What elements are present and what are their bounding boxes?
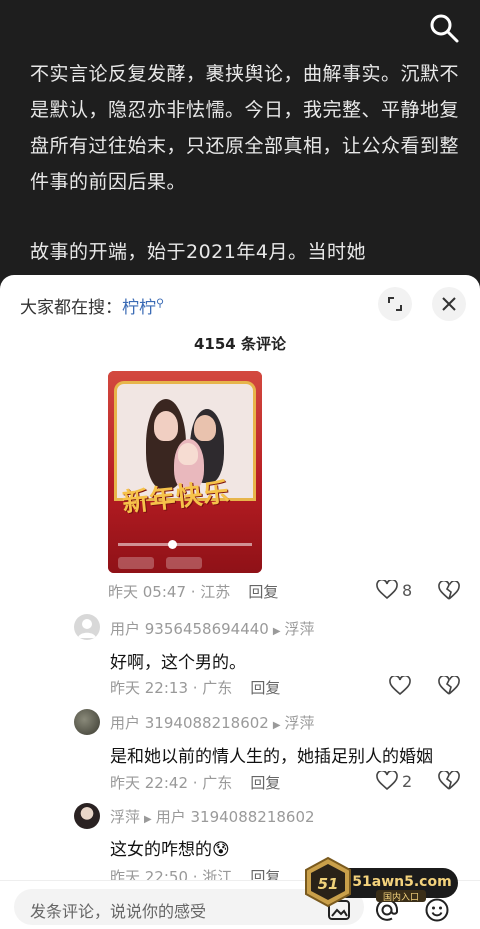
username[interactable]: 用户 3194088218602 [110, 714, 269, 732]
comment-time: 昨天 22:42 · 广东 [110, 774, 233, 792]
search-icon[interactable] [428, 12, 460, 44]
broken-heart-icon[interactable] [438, 581, 460, 601]
heart-icon [376, 580, 398, 600]
comment-input-placeholder: 发条评论，说说你的感受 [30, 902, 207, 921]
watermark-brand: 51awn5.com [352, 874, 451, 890]
video-progress-bar[interactable] [118, 540, 252, 549]
comment-count: 4154 条评论 [194, 335, 286, 353]
comment-meta: 昨天 05:47 · 江苏 回复 [108, 581, 278, 602]
comment-username[interactable]: 用户 3194088218602 ▶ 浮萍 [110, 712, 315, 733]
reply-to-username[interactable]: 浮萍 [285, 714, 315, 732]
like-button[interactable]: 2 [376, 771, 412, 791]
sheet-header: 大家都在搜：柠柠⚲ [0, 275, 480, 335]
like-button[interactable]: 8 [376, 580, 412, 600]
trending-search[interactable]: 大家都在搜：柠柠⚲ [20, 293, 164, 318]
article-paragraph: 故事的开端，始于2021年4月。当时她 [30, 241, 366, 263]
like-count: 2 [402, 771, 413, 791]
comment-text: 好啊，这个男的。 [110, 653, 246, 673]
reply-arrow-icon: ▶ [144, 814, 152, 825]
default-user-icon [78, 619, 96, 638]
video-thumbnail[interactable]: 新年快乐 [108, 371, 262, 573]
reply-button[interactable]: 回复 [250, 679, 280, 697]
comment-sheet: 大家都在搜：柠柠⚲ 4154 条评论 新年快乐 昨天 05:47 · 江苏 回复… [0, 275, 480, 929]
reply-to-username[interactable]: 浮萍 [285, 620, 315, 638]
like-button[interactable] [389, 676, 411, 696]
avatar[interactable] [74, 803, 100, 829]
heart-icon [376, 771, 398, 791]
comment-time: 昨天 05:47 · 江苏 [108, 583, 231, 601]
watermark-logo: 51 51awn5.com 国内入口 [305, 856, 458, 908]
reply-button[interactable]: 回复 [250, 774, 280, 792]
username[interactable]: 浮萍 [110, 808, 140, 826]
reply-button[interactable]: 回复 [248, 583, 278, 601]
video-control-chip [166, 557, 202, 569]
avatar[interactable] [74, 709, 100, 735]
reply-arrow-icon: ▶ [272, 720, 281, 731]
heart-icon [389, 676, 411, 696]
watermark-badge: 51 [318, 875, 339, 893]
trending-prefix: 大家都在搜： [20, 298, 122, 318]
comment-meta: 昨天 22:42 · 广东 回复 [110, 772, 280, 793]
comment-text: 是和她以前的情人生的，她插足别人的婚姻 [110, 747, 433, 767]
comment-username[interactable]: 用户 9356458694440 ▶ 浮萍 [110, 618, 315, 639]
search-mini-icon: ⚲ [156, 296, 165, 310]
broken-heart-icon[interactable] [438, 771, 460, 791]
video-control-chip [118, 557, 154, 569]
comment-username[interactable]: 浮萍 ▶ 用户 3194088218602 [110, 806, 315, 827]
like-count: 8 [402, 580, 413, 600]
close-icon [442, 297, 456, 311]
trending-keyword[interactable]: 柠柠 [122, 298, 156, 318]
child-face [178, 443, 198, 465]
article-area: 不实言论反复发酵，裹挟舆论，曲解事实。沉默不是默认，隐忍亦非怯懦。今日，我完整、… [0, 0, 480, 300]
video-progress-knob[interactable] [168, 540, 177, 549]
watermark-sub: 国内入口 [383, 891, 419, 903]
avatar[interactable] [74, 614, 100, 640]
broken-heart-icon[interactable] [438, 676, 460, 696]
comment-text: 这女的咋想的😰 [110, 840, 230, 860]
article-paragraph: 不实言论反复发酵，裹挟舆论，曲解事实。沉默不是默认，隐忍亦非怯懦。今日，我完整、… [30, 63, 460, 193]
comment-meta: 昨天 22:13 · 广东 回复 [110, 677, 280, 698]
reply-arrow-icon: ▶ [272, 626, 281, 637]
expand-icon [388, 297, 402, 311]
expand-button[interactable] [378, 287, 412, 321]
reply-to-username[interactable]: 用户 3194088218602 [156, 808, 315, 826]
close-button[interactable] [432, 287, 466, 321]
woman-face [154, 411, 178, 441]
man-face [194, 415, 216, 441]
comment-time: 昨天 22:13 · 广东 [110, 679, 233, 697]
username[interactable]: 用户 9356458694440 [110, 620, 269, 638]
